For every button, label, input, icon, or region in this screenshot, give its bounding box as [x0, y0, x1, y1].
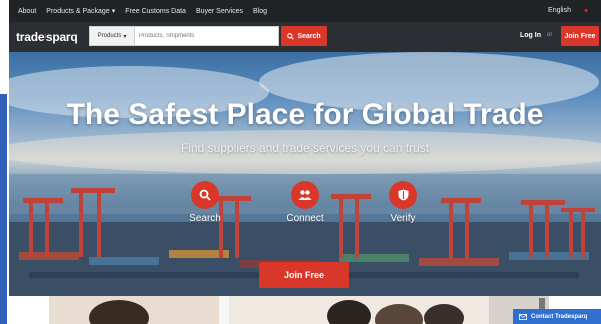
logo-text-left: trade: [16, 30, 45, 44]
mail-icon: [519, 313, 527, 320]
contact-label: Contact Tradesparq: [531, 313, 588, 320]
feature-verify-label: Verify: [390, 213, 416, 224]
search-button[interactable]: Search: [281, 26, 327, 46]
caret-down-icon: ▾: [111, 8, 116, 15]
search-icon: [199, 189, 211, 201]
search-input[interactable]: [135, 26, 279, 46]
people-icon: [298, 190, 312, 200]
search-icon: [287, 32, 294, 40]
port-background-image: [9, 52, 601, 296]
or-separator: or: [547, 32, 553, 38]
nav-free-customs-data[interactable]: Free Customs Data: [125, 7, 186, 15]
nav-about[interactable]: About: [18, 7, 36, 15]
logo-text-right: sparq: [45, 30, 78, 44]
hero-banner: The Safest Place for Global Trade Find s…: [9, 52, 601, 296]
hero-subtitle: Find suppliers and trade services you ca…: [180, 141, 430, 155]
china-flag-icon[interactable]: ✦: [580, 6, 592, 15]
search-category-dropdown[interactable]: Products ▾: [89, 26, 135, 46]
feature-search-label: Search: [189, 213, 221, 224]
nav-buyer-services-label: Buyer Services: [195, 7, 244, 15]
feature-search[interactable]: Search: [175, 181, 235, 224]
business-people-photo: [49, 296, 549, 324]
shield-icon: [398, 189, 408, 201]
feature-verify[interactable]: Verify: [373, 181, 433, 224]
join-free-hero-button[interactable]: Join Free: [259, 262, 349, 288]
nav-blog-label: Blog: [253, 7, 268, 15]
search-bar: Products ▾ Search: [89, 26, 327, 46]
top-utility-bar: About Products & Package ▾ Free Customs D…: [9, 0, 601, 22]
nav-buyer-services[interactable]: Buyer Services: [196, 7, 243, 15]
caret-down-icon: ▾: [123, 33, 127, 40]
nav-about-label: About: [18, 7, 37, 15]
top-nav: About Products & Package ▾ Free Customs D…: [18, 7, 267, 16]
main-header: tradeᵎsparq Products ▾ Search Log In or …: [9, 22, 601, 52]
login-link[interactable]: Log In: [520, 32, 541, 39]
feature-connect-label: Connect: [286, 213, 324, 224]
tradesparq-logo[interactable]: tradeᵎsparq: [16, 30, 78, 44]
nav-products-package-label: Products & Package: [46, 7, 110, 15]
language-selector[interactable]: English: [548, 7, 571, 14]
hero-title: The Safest Place for Global Trade: [66, 98, 544, 131]
nav-products-package[interactable]: Products & Package ▾: [46, 7, 116, 16]
nav-free-customs-data-label: Free Customs Data: [125, 7, 186, 15]
feature-verify-badge: [389, 181, 417, 209]
feature-connect-badge: [291, 181, 319, 209]
feature-connect[interactable]: Connect: [275, 181, 335, 224]
nav-blog[interactable]: Blog: [253, 7, 267, 15]
left-edge-strip: [0, 94, 7, 324]
search-category-label: Products: [97, 33, 122, 39]
contact-tradesparq-button[interactable]: Contact Tradesparq: [513, 309, 601, 324]
svg-text:✦: ✦: [583, 7, 589, 15]
search-button-label: Search: [297, 32, 321, 40]
join-free-header-button[interactable]: Join Free: [561, 26, 599, 46]
feature-search-badge: [191, 181, 219, 209]
